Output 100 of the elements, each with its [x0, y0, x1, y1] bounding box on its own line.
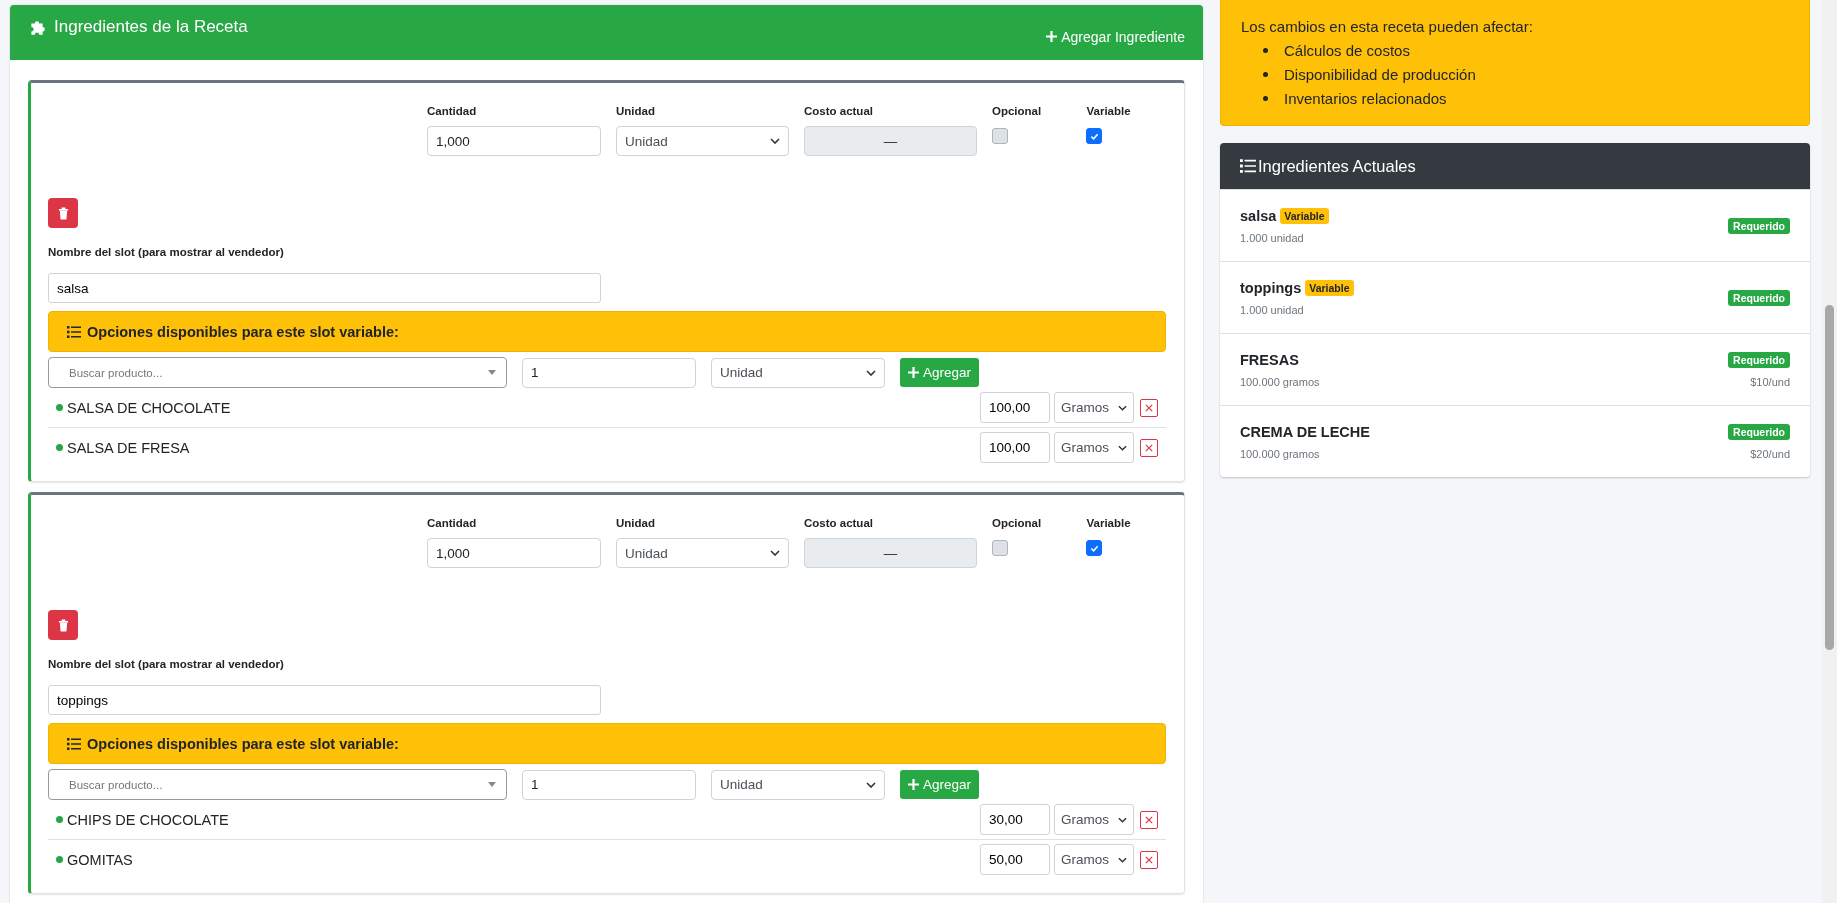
dropdown-triangle-icon: [488, 370, 496, 375]
required-badge: Requerido: [1728, 217, 1790, 234]
field-label: Cantidad: [427, 105, 478, 117]
ingredient-price: $10/und: [1750, 375, 1790, 388]
field-label: Opcional: [991, 105, 1043, 117]
delete-button[interactable]: [48, 198, 78, 228]
close-icon: [1145, 403, 1153, 412]
option-name: SALSA DE CHOCOLATE: [67, 399, 232, 416]
checked-checkbox[interactable]: [1086, 128, 1103, 144]
cost-field: —: [803, 126, 977, 156]
close-icon: [1145, 443, 1153, 452]
trash-icon: [57, 206, 69, 220]
unit-select[interactable]: Unidad: [616, 538, 789, 568]
field-label: Cantidad: [427, 517, 478, 529]
status-dot: [56, 856, 63, 863]
quantity-input[interactable]: 1,000: [427, 538, 601, 568]
field-label: Unidad: [616, 517, 656, 529]
remove-button[interactable]: [1140, 438, 1158, 457]
option-name: CHIPS DE CHOCOLATE: [67, 811, 230, 828]
unit-select[interactable]: Unidad: [711, 357, 885, 388]
close-icon: [1145, 855, 1153, 864]
remove-button[interactable]: [1140, 398, 1158, 417]
options-title: Opciones disponibles para este slot variable:: [87, 735, 399, 752]
status-dot: [56, 816, 63, 823]
chevron-down-icon: [866, 781, 876, 788]
card-title: Ingredientes Actuales: [1258, 156, 1416, 176]
checked-checkbox[interactable]: [1086, 540, 1103, 556]
puzzle-icon: [28, 18, 46, 37]
option-quantity-input[interactable]: 100,00: [980, 392, 1050, 423]
chevron-down-icon: [866, 369, 876, 376]
option-quantity-input[interactable]: 30,00: [980, 804, 1050, 835]
variable-badge: Variable: [1305, 279, 1354, 296]
unit-select[interactable]: Unidad: [616, 126, 789, 156]
warning-list-item: Cálculos de costos: [1263, 42, 1789, 59]
field-label: Variable: [1086, 105, 1132, 117]
close-icon: [1145, 815, 1153, 824]
ingredient-name: CREMA DE LECHE: [1240, 423, 1370, 440]
option-unit-select[interactable]: Gramos: [1054, 804, 1134, 835]
quantity-input[interactable]: 1: [522, 357, 696, 388]
scrollbar[interactable]: [1822, 0, 1837, 903]
field-label: Unidad: [616, 105, 656, 117]
option-name: GOMITAS: [67, 851, 134, 868]
field-label: Costo actual: [803, 517, 874, 529]
dropdown-triangle-icon: [488, 782, 496, 787]
list-icon: [1240, 159, 1256, 173]
ingredient-quantity: 100.000 gramos: [1240, 447, 1321, 460]
chevron-down-icon: [1118, 404, 1127, 411]
quantity-input[interactable]: 1: [522, 769, 696, 800]
slot-name-input[interactable]: toppings: [48, 685, 601, 715]
list-icon: [67, 325, 81, 338]
warning-list-item: Disponibilidad de producción: [1263, 66, 1789, 83]
option-quantity-input[interactable]: 100,00: [980, 432, 1050, 463]
plus-icon: [908, 779, 919, 790]
field-label: Nombre del slot (para mostrar al vendedor): [48, 246, 285, 258]
cost-field: —: [803, 538, 977, 568]
status-dot: [56, 404, 63, 411]
checkbox[interactable]: [991, 540, 1008, 556]
chevron-down-icon: [769, 550, 780, 556]
product-search-select[interactable]: Buscar producto...: [48, 357, 507, 388]
option-unit-select[interactable]: Gramos: [1054, 392, 1134, 423]
remove-button[interactable]: [1140, 810, 1158, 829]
field-label: Nombre del slot (para mostrar al vendedor): [48, 658, 285, 670]
quantity-input[interactable]: 1,000: [427, 126, 601, 156]
product-search-select[interactable]: Buscar producto...: [48, 769, 507, 800]
chevron-down-icon: [1118, 816, 1127, 823]
checkmark-icon: [1089, 543, 1099, 553]
checkbox[interactable]: [991, 128, 1008, 144]
plus-icon: [1046, 31, 1058, 42]
option-unit-select[interactable]: Gramos: [1054, 432, 1134, 463]
warning-list-item: Inventarios relacionados: [1263, 90, 1789, 107]
ingredient-name: toppings: [1240, 279, 1302, 296]
list-icon: [67, 737, 81, 750]
field-label: Opcional: [991, 517, 1043, 529]
ingredient-name: FRESAS: [1240, 351, 1299, 368]
required-badge: Requerido: [1728, 351, 1790, 368]
delete-button[interactable]: [48, 610, 78, 640]
chevron-down-icon: [1118, 856, 1127, 863]
required-badge: Requerido: [1728, 423, 1790, 440]
variable-badge: Variable: [1280, 207, 1329, 224]
card-title: Ingredientes de la Receta: [54, 16, 248, 37]
option-unit-select[interactable]: Gramos: [1054, 844, 1134, 875]
ingredient-quantity: 1.000 unidad: [1240, 303, 1305, 316]
option-quantity-input[interactable]: 50,00: [980, 844, 1050, 875]
ingredient-name: salsa: [1240, 207, 1277, 224]
field-label: Costo actual: [803, 105, 874, 117]
slot-name-input[interactable]: salsa: [48, 273, 601, 303]
chevron-down-icon: [769, 138, 780, 144]
unit-select[interactable]: Unidad: [711, 769, 885, 800]
required-badge: Requerido: [1728, 289, 1790, 306]
field-label: Variable: [1086, 517, 1132, 529]
ingredient-quantity: 100.000 gramos: [1240, 375, 1320, 388]
remove-button[interactable]: [1140, 850, 1158, 869]
warning-text: Los cambios en esta receta pueden afectar:: [1241, 18, 1534, 35]
options-title: Opciones disponibles para este slot variable:: [87, 323, 399, 340]
checkmark-icon: [1089, 131, 1099, 141]
chevron-down-icon: [1118, 444, 1127, 451]
trash-icon: [57, 618, 69, 632]
scrollbar-thumb[interactable]: [1825, 305, 1834, 650]
ingredient-price: $20/und: [1750, 447, 1790, 460]
plus-icon: [908, 367, 919, 378]
